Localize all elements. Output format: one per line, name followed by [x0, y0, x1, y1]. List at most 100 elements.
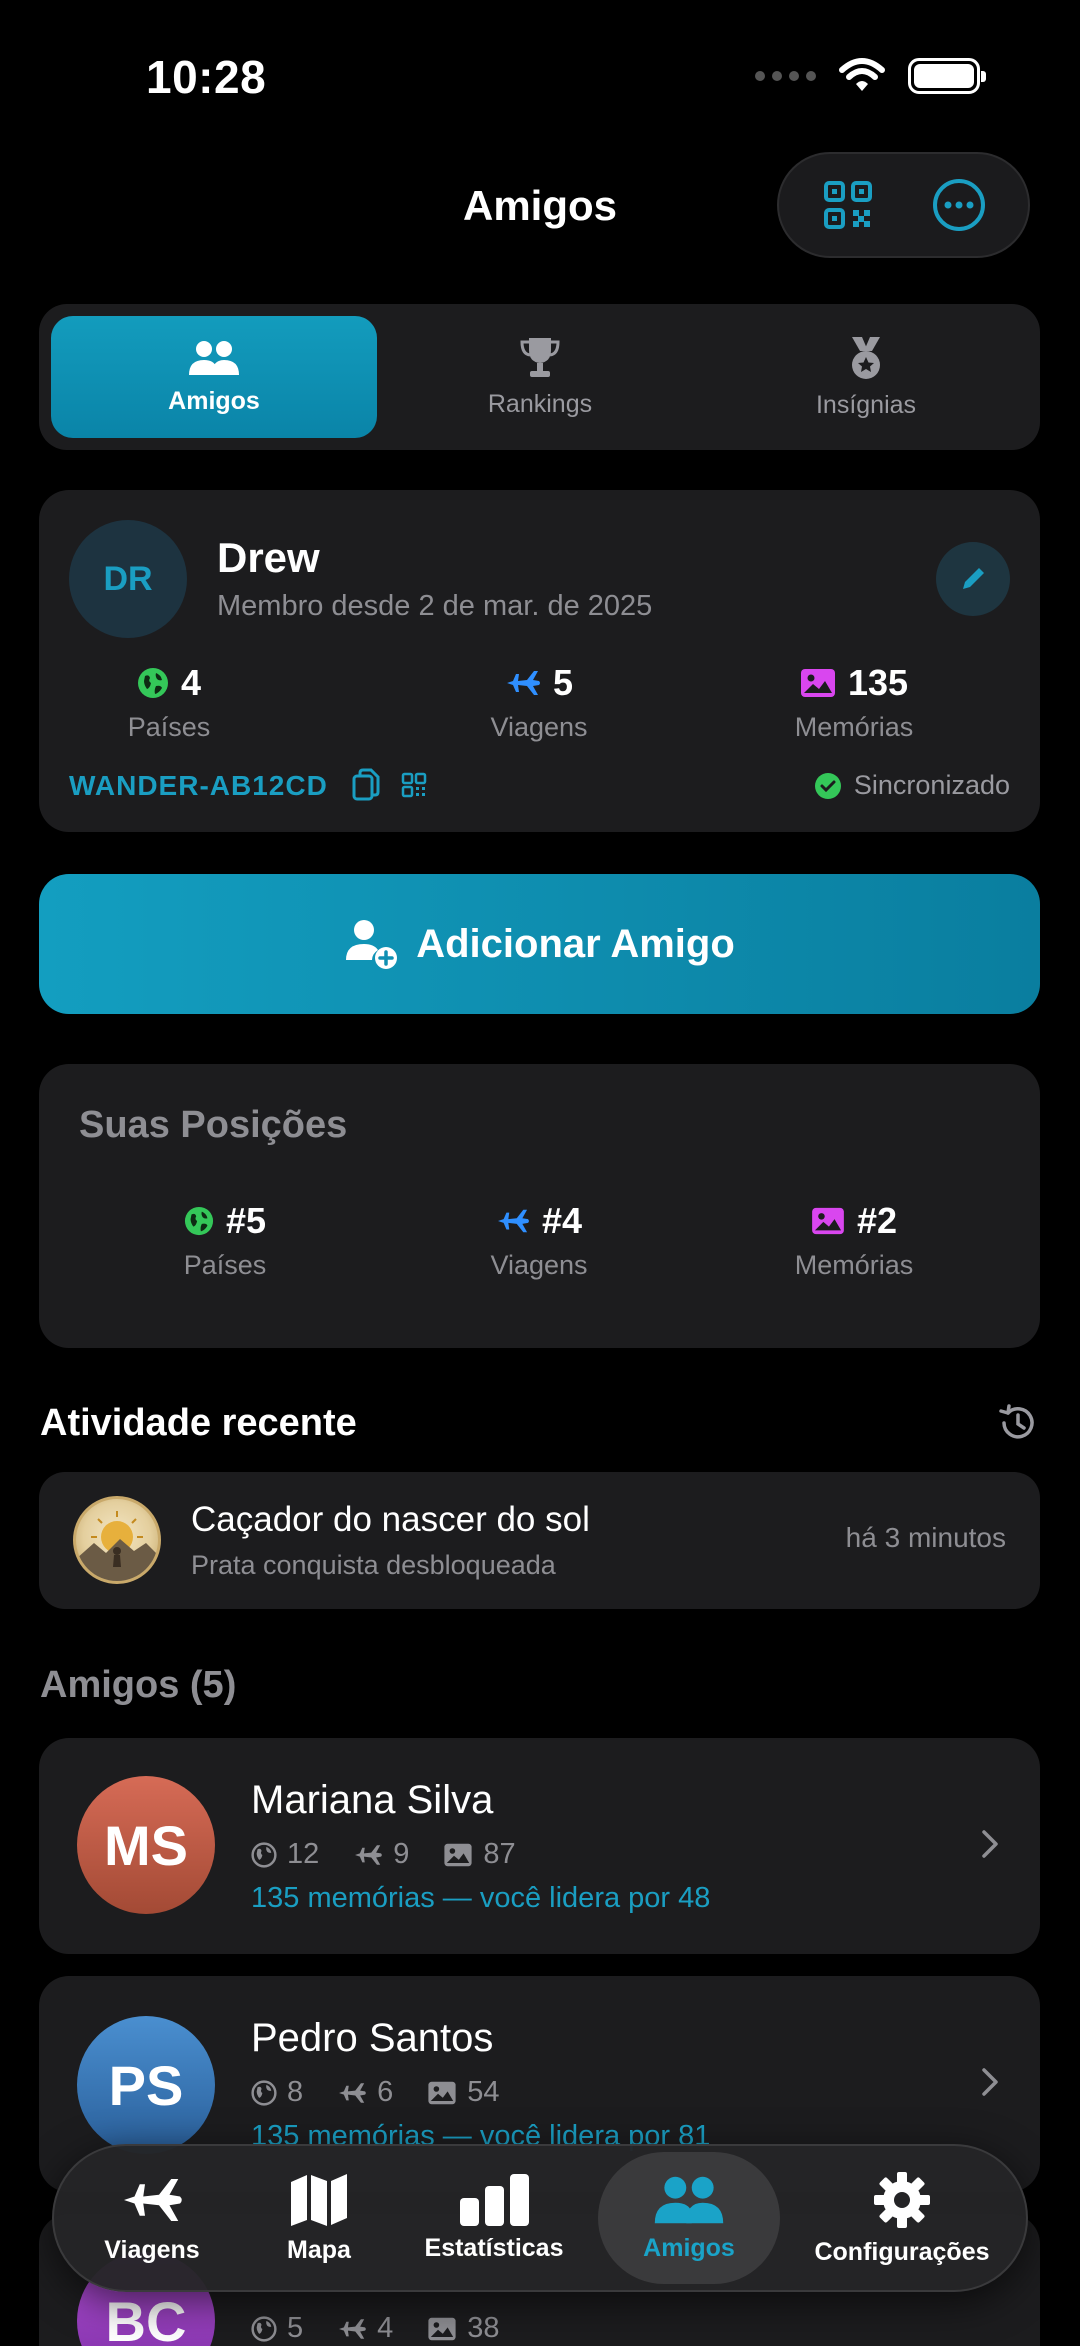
photo-icon	[428, 2317, 456, 2340]
globe-icon	[184, 1206, 214, 1236]
tab-bar: Viagens Mapa Estatísticas Amigos Configu…	[52, 2144, 1028, 2292]
stat-memories: 135 Memórias	[724, 662, 984, 743]
photo-icon	[428, 2081, 456, 2104]
friend-name: Mariana Silva	[251, 1778, 494, 1822]
globe-icon	[251, 1841, 277, 1868]
tab-amigos[interactable]: Amigos	[598, 2152, 780, 2284]
activity-title: Atividade recente	[40, 1402, 357, 1444]
code-actions	[351, 768, 427, 802]
tab-viagens[interactable]: Viagens	[60, 2152, 244, 2284]
plane-icon	[355, 1844, 383, 1865]
cellular-icon	[755, 71, 816, 81]
friend-avatar: PS	[77, 2016, 215, 2154]
position-memories: #2 Memórias	[724, 1200, 984, 1281]
activity-subtitle: Prata conquista desbloqueada	[191, 1550, 556, 1580]
position-label: Países	[183, 1250, 267, 1280]
chevron-right-icon	[982, 2068, 998, 2096]
position-value: #4	[541, 1200, 583, 1241]
profile-card: DR Drew Membro desde 2 de mar. de 2025 4…	[39, 490, 1040, 832]
qr-code-button[interactable]	[816, 173, 880, 237]
tab-label: Mapa	[287, 2235, 351, 2264]
stat-trips: 5 Viagens	[409, 662, 669, 743]
stat-label: Memórias	[794, 712, 914, 742]
sync-status: Sincronizado	[814, 770, 1010, 801]
positions-title: Suas Posições	[79, 1104, 348, 1146]
plane-icon	[506, 671, 540, 695]
segment-label: Insígnias	[815, 390, 917, 419]
friend-trips: 9	[393, 1838, 410, 1870]
photo-icon	[800, 669, 835, 697]
tab-label: Configurações	[814, 2237, 990, 2266]
tab-mapa[interactable]: Mapa	[244, 2152, 394, 2284]
more-options-button[interactable]	[927, 173, 991, 237]
add-friend-label: Adicionar Amigo	[416, 921, 735, 966]
plane-icon	[497, 1209, 529, 1233]
header-actions	[777, 152, 1030, 258]
profile-name: Drew	[217, 534, 320, 581]
segment-insignias[interactable]: Insígnias	[703, 316, 1029, 438]
friend-stats: 5 4 38	[251, 2312, 500, 2345]
friend-memories: 38	[467, 2312, 500, 2344]
friend-lead: 135 memórias — você lidera por 48	[251, 1882, 711, 1914]
stat-value: 135	[847, 662, 909, 703]
friend-name: Pedro Santos	[251, 2016, 494, 2060]
tab-label: Viagens	[104, 2235, 200, 2264]
qr-code-icon	[824, 181, 873, 229]
segment-label: Rankings	[487, 389, 593, 418]
qr-code-icon[interactable]	[401, 772, 427, 798]
stat-label: Países	[127, 712, 211, 742]
segment-amigos[interactable]: Amigos	[51, 316, 377, 438]
globe-icon	[251, 2079, 277, 2106]
status-time: 10:28	[146, 51, 267, 103]
friend-row[interactable]: MS Mariana Silva 12 9 87 135 memórias — …	[39, 1738, 1040, 1954]
member-since: Membro desde 2 de mar. de 2025	[217, 590, 653, 622]
segmented-control: Amigos Rankings Insígnias	[39, 304, 1040, 450]
copy-icon[interactable]	[351, 768, 381, 802]
battery-icon	[908, 58, 986, 94]
tab-label: Estatísticas	[424, 2233, 564, 2262]
bar-chart-icon	[460, 2173, 529, 2226]
tab-estatisticas[interactable]: Estatísticas	[394, 2152, 594, 2284]
globe-icon	[137, 668, 168, 698]
activity-time: há 3 minutos	[845, 1522, 1006, 1553]
add-friend-button[interactable]: Adicionar Amigo	[39, 874, 1040, 1014]
activity-item[interactable]: Caçador do nascer do sol Prata conquista…	[39, 1472, 1040, 1609]
position-label: Memórias	[794, 1250, 914, 1280]
tab-label: Amigos	[643, 2233, 735, 2262]
segment-label: Amigos	[168, 386, 260, 415]
position-trips: #4 Viagens	[409, 1200, 669, 1281]
edit-profile-button[interactable]	[936, 542, 1010, 616]
globe-icon	[251, 2315, 277, 2342]
position-value: #5	[225, 1200, 267, 1241]
friend-trips: 4	[377, 2312, 394, 2344]
position-value: #2	[856, 1200, 898, 1241]
friend-countries: 5	[287, 2312, 304, 2344]
stat-value: 4	[180, 662, 202, 703]
tab-configuracoes[interactable]: Configurações	[784, 2152, 1020, 2284]
positions-card: Suas Posições #5 Países #4 Viagens #2 Me…	[39, 1064, 1040, 1348]
history-icon[interactable]	[996, 1402, 1038, 1444]
friend-stats: 12 9 87	[251, 1838, 516, 1871]
friend-stats: 8 6 54	[251, 2076, 500, 2109]
plane-icon	[124, 2178, 182, 2221]
segment-rankings[interactable]: Rankings	[377, 316, 703, 438]
person-add-icon	[346, 920, 398, 969]
plane-icon	[339, 2318, 366, 2339]
people-icon	[654, 2176, 724, 2223]
chevron-right-icon	[982, 1830, 998, 1858]
ellipsis-circle-icon	[932, 179, 985, 231]
people-icon	[189, 340, 239, 375]
friend-avatar: MS	[77, 1776, 215, 1914]
wifi-icon	[839, 58, 885, 91]
map-icon	[291, 2173, 347, 2226]
plane-icon	[339, 2082, 366, 2103]
pencil-icon	[963, 568, 984, 589]
checkmark-circle-icon	[814, 772, 841, 799]
avatar: DR	[69, 520, 187, 638]
achievement-badge-image	[73, 1496, 161, 1584]
stat-countries: 4 Países	[39, 662, 299, 743]
friend-code[interactable]: WANDER-AB12CD	[69, 770, 328, 802]
friends-title: Amigos (5)	[40, 1664, 237, 1706]
stat-value: 5	[552, 662, 574, 703]
position-countries: #5 Países	[95, 1200, 355, 1281]
